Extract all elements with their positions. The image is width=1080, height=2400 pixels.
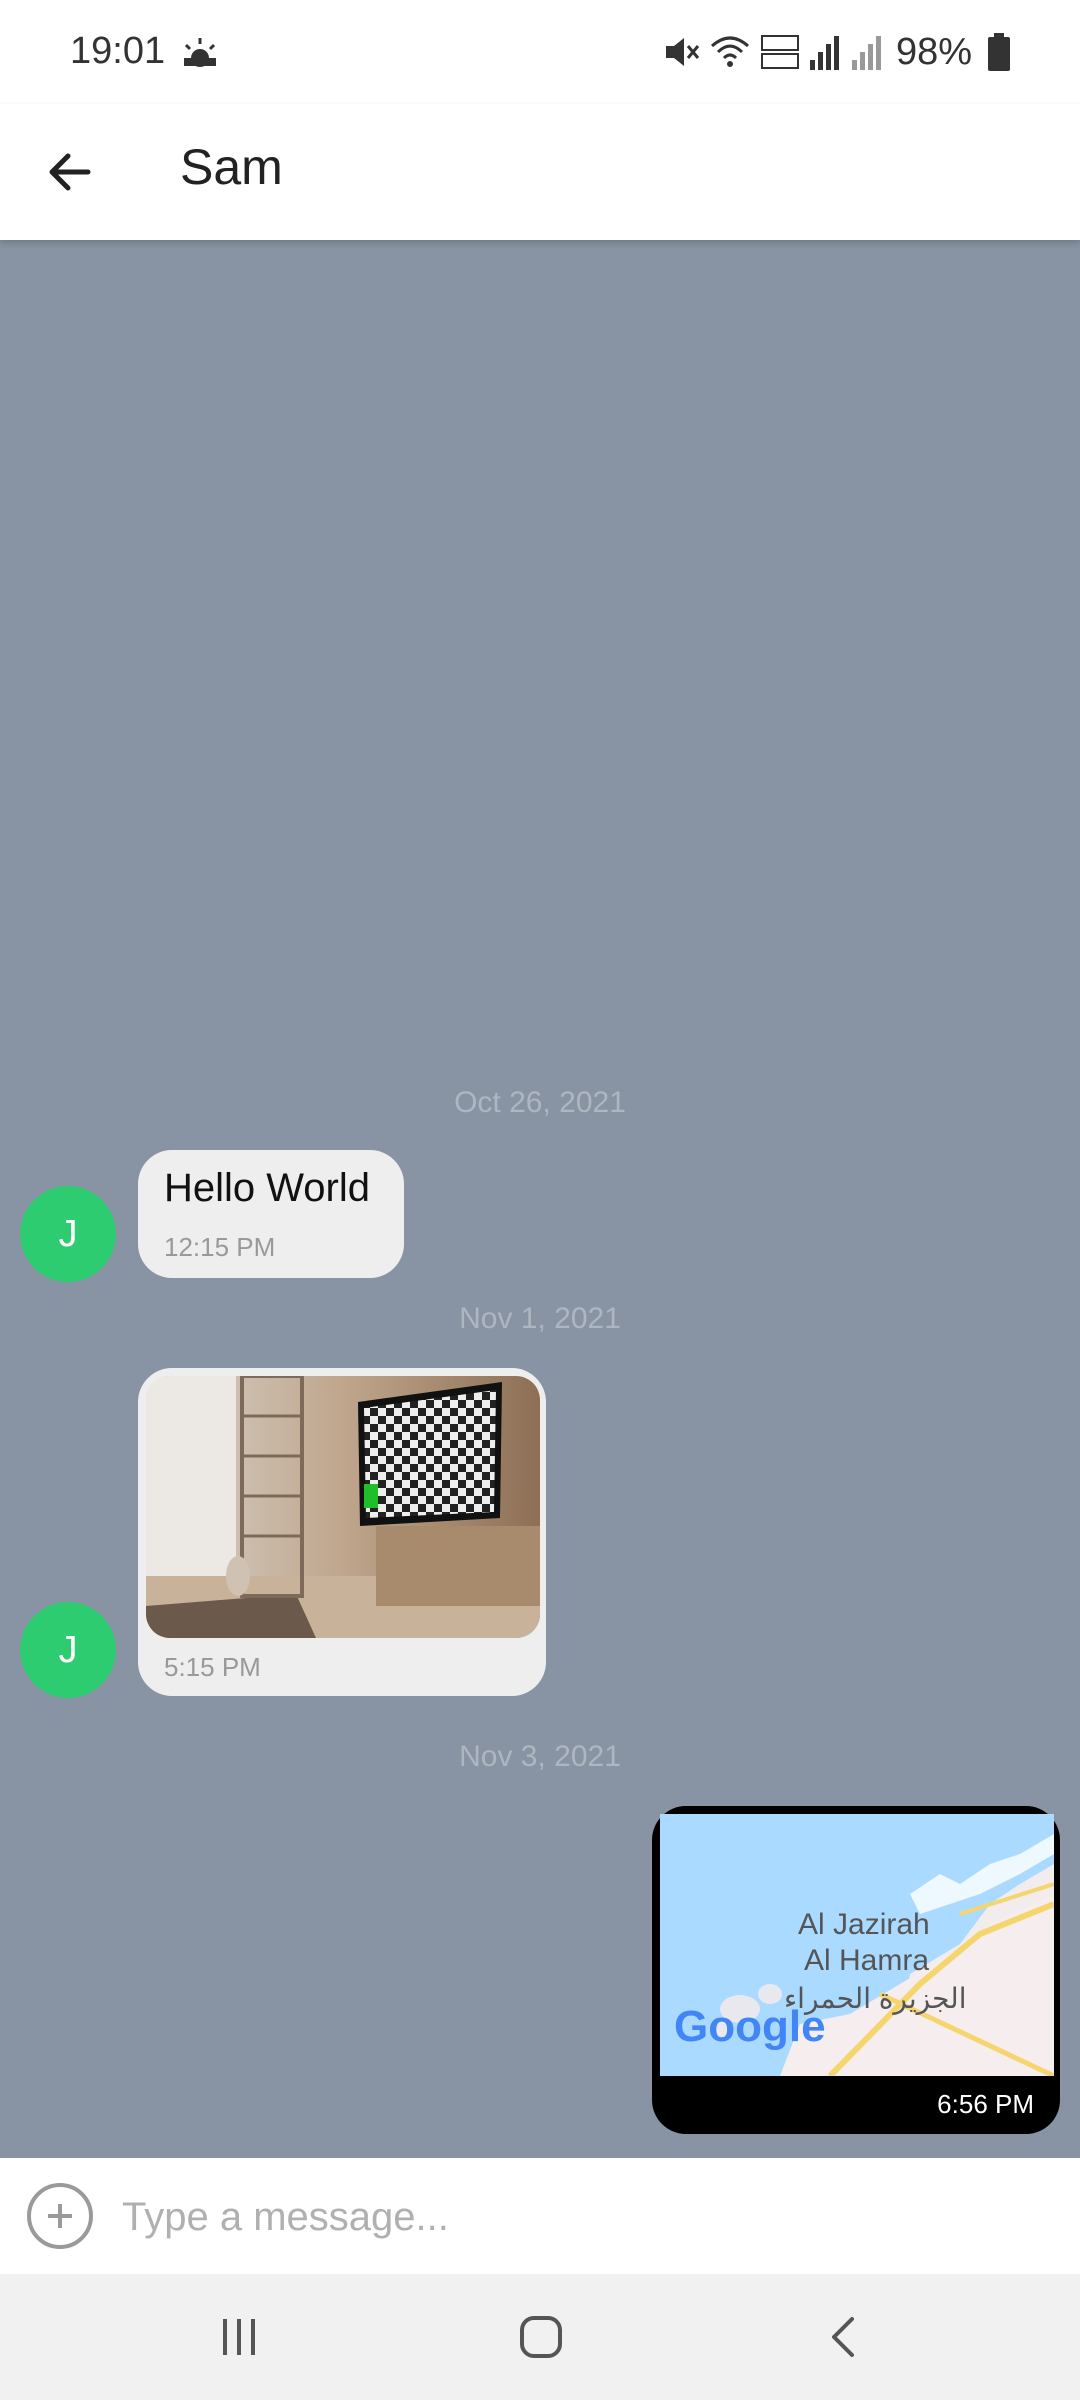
date-separator: Nov 1, 2021 (459, 1302, 621, 1335)
back-nav-icon (832, 2317, 854, 2357)
recent-apps-icon (223, 2319, 255, 2355)
recent-apps-button[interactable] (204, 2304, 274, 2370)
home-icon (520, 2316, 562, 2358)
message-bubble-image[interactable]: 5:15 PM (138, 1368, 546, 1696)
home-button[interactable] (506, 2304, 576, 2370)
wifi-icon (710, 36, 749, 67)
chat-title: Sam (180, 139, 283, 195)
avatar[interactable]: J (20, 1602, 116, 1698)
sunrise-weather-icon (184, 38, 216, 67)
message-time: 12:15 PM (164, 1232, 276, 1262)
map-label: Al Jazirah (798, 1908, 930, 1941)
message-bubble-text[interactable]: Hello World 12:15 PM (138, 1150, 404, 1278)
volte-icon (760, 35, 799, 69)
signal-icon (809, 36, 839, 70)
back-nav-button[interactable] (808, 2304, 878, 2370)
chat-messages[interactable]: Oct 26, 2021 J Hello World 12:15 PM Nov … (0, 240, 1080, 2158)
mute-icon (665, 38, 700, 66)
date-separator: Oct 26, 2021 (454, 1086, 626, 1119)
map-label: Al Hamra (804, 1944, 930, 1977)
status-bar: 19:01 98% (0, 0, 1080, 104)
status-icons: 98% (662, 30, 1010, 74)
battery-percent: 98% (895, 30, 972, 73)
arrow-left-icon[interactable] (40, 140, 104, 204)
google-logo: Google (674, 2002, 826, 2051)
app-header: Sam (0, 104, 1080, 240)
message-text: Hello World (164, 1166, 370, 1210)
roaming-signal-icon (851, 36, 881, 70)
system-nav-bar (0, 2274, 1080, 2400)
message-input-bar (0, 2158, 1080, 2274)
plus-circle-icon[interactable] (26, 2182, 94, 2250)
shared-photo[interactable] (146, 1376, 540, 1638)
message-bubble-location[interactable]: Al Jazirah Al Hamra الجزيرة الحمراء Goog… (652, 1806, 1060, 2134)
battery-icon (988, 33, 1010, 71)
date-separator: Nov 3, 2021 (459, 1740, 621, 1773)
avatar[interactable]: J (20, 1186, 116, 1282)
message-input[interactable] (120, 2176, 1044, 2258)
message-time: 6:56 PM (937, 2089, 1034, 2119)
message-time: 5:15 PM (164, 1652, 261, 1682)
status-time: 19:01 (70, 30, 166, 72)
